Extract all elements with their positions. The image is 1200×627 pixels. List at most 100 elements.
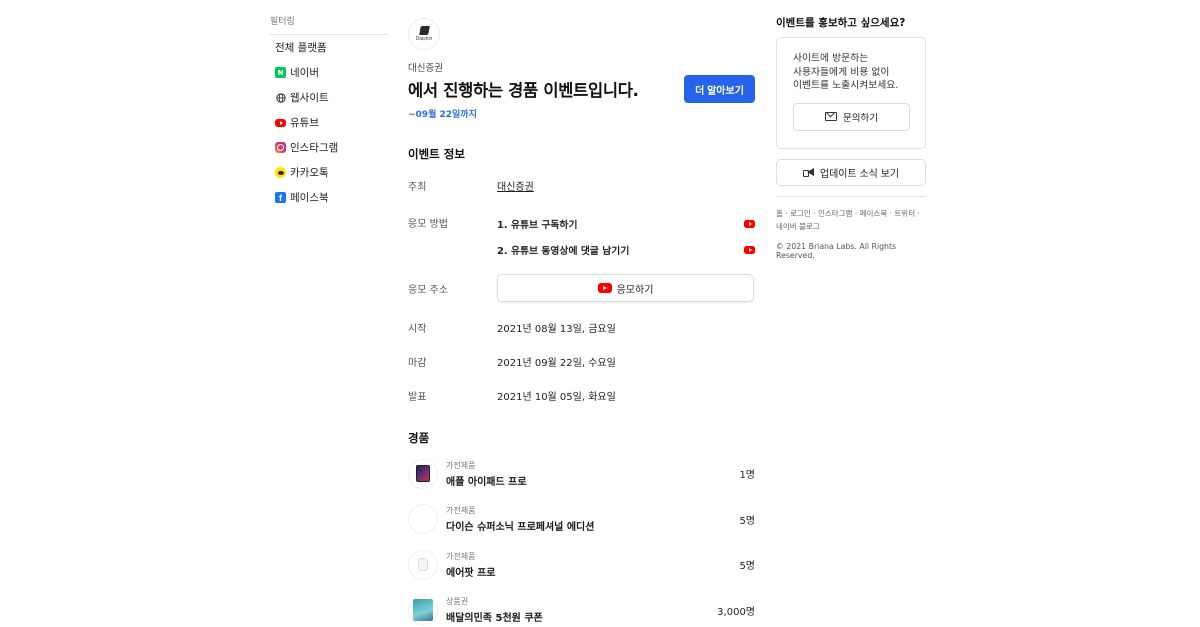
footer-separator: · [917, 209, 920, 218]
sidebar-item-label: 페이스북 [290, 192, 329, 204]
host-row: 주최 대신증권 [408, 178, 755, 193]
entry-method-text: 2. 유튜브 동영상에 댓글 남기기 [497, 246, 630, 257]
promo-line: 사이트에 방문하는 [793, 53, 869, 64]
footer-separator: · [889, 209, 893, 218]
prize-name: 에어팟 프로 [446, 567, 496, 579]
footer-separator: · [854, 209, 858, 218]
footer-link-home[interactable]: 홈 [776, 209, 783, 218]
host-label: 주최 [408, 182, 427, 193]
prize-category: 상품권 [446, 597, 469, 607]
event-deadline: ~09월 22일까지 [408, 110, 477, 120]
naver-icon: N [275, 67, 286, 78]
sidebar-item-all-platforms[interactable]: 전체 플랫폼 [270, 35, 388, 60]
sidebar-item-website[interactable]: 웹사이트 [270, 85, 388, 110]
prizes-title: 경품 [408, 431, 430, 445]
copyright: © 2021 Briana Labs. All Rights Reserved. [776, 242, 897, 260]
update-news-button[interactable]: 업데이트 소식 보기 [776, 159, 926, 186]
event-info-title: 이벤트 정보 [408, 147, 465, 161]
footer-links: 홈 · 로그인 · 인스타그램 · 페이스북 · 트위터 · 네이버 블로그 [776, 208, 926, 233]
sidebar-item-label: 카카오톡 [290, 167, 329, 179]
announce-date-value: 2021년 10월 05일, 화요일 [497, 392, 616, 403]
facebook-icon: f [275, 192, 286, 203]
announce-date-label: 발표 [408, 392, 427, 403]
youtube-icon [744, 220, 755, 228]
organizer-logo-text: Daishin [415, 36, 433, 42]
sidebar-item-facebook[interactable]: f 페이스북 [270, 185, 388, 210]
start-date-value: 2021년 08월 13일, 금요일 [497, 324, 616, 335]
footer-divider [776, 196, 926, 197]
sidebar-item-label: 전체 플랫폼 [275, 42, 327, 54]
daishin-logo-icon [418, 26, 430, 35]
entry-method-text: 1. 유튜브 구독하기 [497, 220, 578, 231]
globe-icon [275, 92, 286, 103]
prize-quantity: 3,000명 [717, 606, 755, 618]
youtube-icon [597, 283, 612, 293]
coupon-image [413, 599, 433, 622]
promo-line: 이벤트를 노출시켜보세요. [793, 80, 899, 91]
entry-method-item[interactable]: 1. 유튜브 구독하기 [497, 217, 755, 231]
promo-text: 사이트에 방문하는 사용자들에게 비용 없이 이벤트를 노출시켜보세요. [793, 52, 909, 93]
end-date-label: 마감 [408, 358, 427, 369]
sidebar-item-kakaotalk[interactable]: 카카오톡 [270, 160, 388, 185]
prize-thumbnail [408, 504, 438, 535]
entry-address-row: 응모 주소 응모하기 [408, 274, 755, 302]
entry-method-item[interactable]: 2. 유튜브 동영상에 댓글 남기기 [497, 243, 755, 257]
sidebar-item-label: 네이버 [290, 67, 319, 79]
start-date-row: 시작 2021년 08월 13일, 금요일 [408, 320, 755, 335]
learn-more-button[interactable]: 더 알아보기 [684, 75, 755, 103]
prize-name: 배달의민족 5천원 쿠폰 [446, 613, 543, 625]
entry-address-label: 응모 주소 [408, 285, 448, 296]
prize-category: 가전제품 [446, 506, 476, 516]
prize-item: 상품권 배달의민족 5천원 쿠폰 3,000명 [408, 588, 755, 627]
prize-item: 가전제품 애플 아이패드 프로 1명 [408, 451, 755, 497]
mail-icon [825, 112, 838, 121]
event-headline: 에서 진행하는 경품 이벤트입니다. [408, 81, 639, 100]
sidebar-item-label: 웹사이트 [290, 92, 329, 104]
promo-title: 이벤트를 홍보하고 싶으세요? [776, 17, 906, 29]
prize-name: 애플 아이패드 프로 [446, 476, 527, 488]
apply-button-label: 응모하기 [616, 284, 654, 296]
prize-category: 가전제품 [446, 551, 476, 561]
sidebar-item-instagram[interactable]: 인스타그램 [270, 135, 388, 160]
platform-filter-sidebar: 필터링 전체 플랫폼 N 네이버 웹사이트 유튜브 인스타그램 카카오톡 f 페… [270, 14, 388, 210]
end-date-value: 2021년 09월 22일, 수요일 [497, 358, 616, 369]
footer-separator: · [785, 209, 788, 218]
sidebar-title: 필터링 [270, 14, 388, 35]
announce-date-row: 발표 2021년 10월 05일, 화요일 [408, 388, 755, 403]
prize-category: 가전제품 [446, 460, 476, 470]
prize-thumbnail [408, 458, 438, 489]
organizer-logo: Daishin [408, 18, 440, 50]
prize-quantity: 1명 [739, 470, 755, 482]
inquiry-button[interactable]: 문의하기 [793, 102, 910, 131]
youtube-icon [275, 118, 286, 127]
apply-button[interactable]: 응모하기 [497, 274, 754, 302]
airpods-image [418, 558, 428, 572]
footer-link-twitter[interactable]: 트위터 [894, 209, 915, 218]
promo-line: 사용자들에게 비용 없이 [793, 66, 890, 78]
footer-link-login[interactable]: 로그인 [790, 209, 811, 218]
prize-item: 가전제품 다이슨 슈퍼소닉 프로페셔널 에디션 5명 [408, 497, 755, 543]
sidebar-item-youtube[interactable]: 유튜브 [270, 110, 388, 135]
prize-quantity: 5명 [739, 561, 755, 573]
footer-link-instagram[interactable]: 인스타그램 [818, 209, 853, 218]
start-date-label: 시작 [408, 324, 427, 335]
host-link[interactable]: 대신증권 [497, 182, 534, 193]
promo-sidebar: 이벤트를 홍보하고 싶으세요? 사이트에 방문하는 사용자들에게 비용 없이 이… [776, 15, 926, 260]
prize-thumbnail [408, 595, 438, 626]
entry-method-label: 응모 방법 [408, 219, 448, 230]
prize-item: 가전제품 에어팟 프로 5명 [408, 542, 755, 588]
organizer-name: 대신증권 [408, 63, 443, 74]
inquiry-button-label: 문의하기 [843, 112, 878, 124]
youtube-icon [744, 246, 755, 254]
prize-quantity: 5명 [739, 515, 755, 527]
prize-list: 가전제품 애플 아이패드 프로 1명 가전제품 다이슨 슈퍼소닉 프로페셔널 에… [408, 451, 755, 627]
sidebar-item-naver[interactable]: N 네이버 [270, 60, 388, 85]
footer-link-naver-blog[interactable]: 네이버 블로그 [776, 222, 820, 231]
prize-thumbnail [408, 549, 438, 580]
kakaotalk-icon [275, 167, 286, 178]
prize-name: 다이슨 슈퍼소닉 프로페셔널 에디션 [446, 522, 595, 534]
headline-row: 에서 진행하는 경품 이벤트입니다. ~09월 22일까지 더 알아보기 [408, 75, 755, 120]
footer-link-facebook[interactable]: 페이스북 [860, 209, 888, 218]
entry-method-row: 응모 방법 1. 유튜브 구독하기 2. 유튜브 동영상에 댓글 남기기 [408, 215, 755, 257]
promo-box: 사이트에 방문하는 사용자들에게 비용 없이 이벤트를 노출시켜보세요. 문의하… [776, 37, 926, 149]
